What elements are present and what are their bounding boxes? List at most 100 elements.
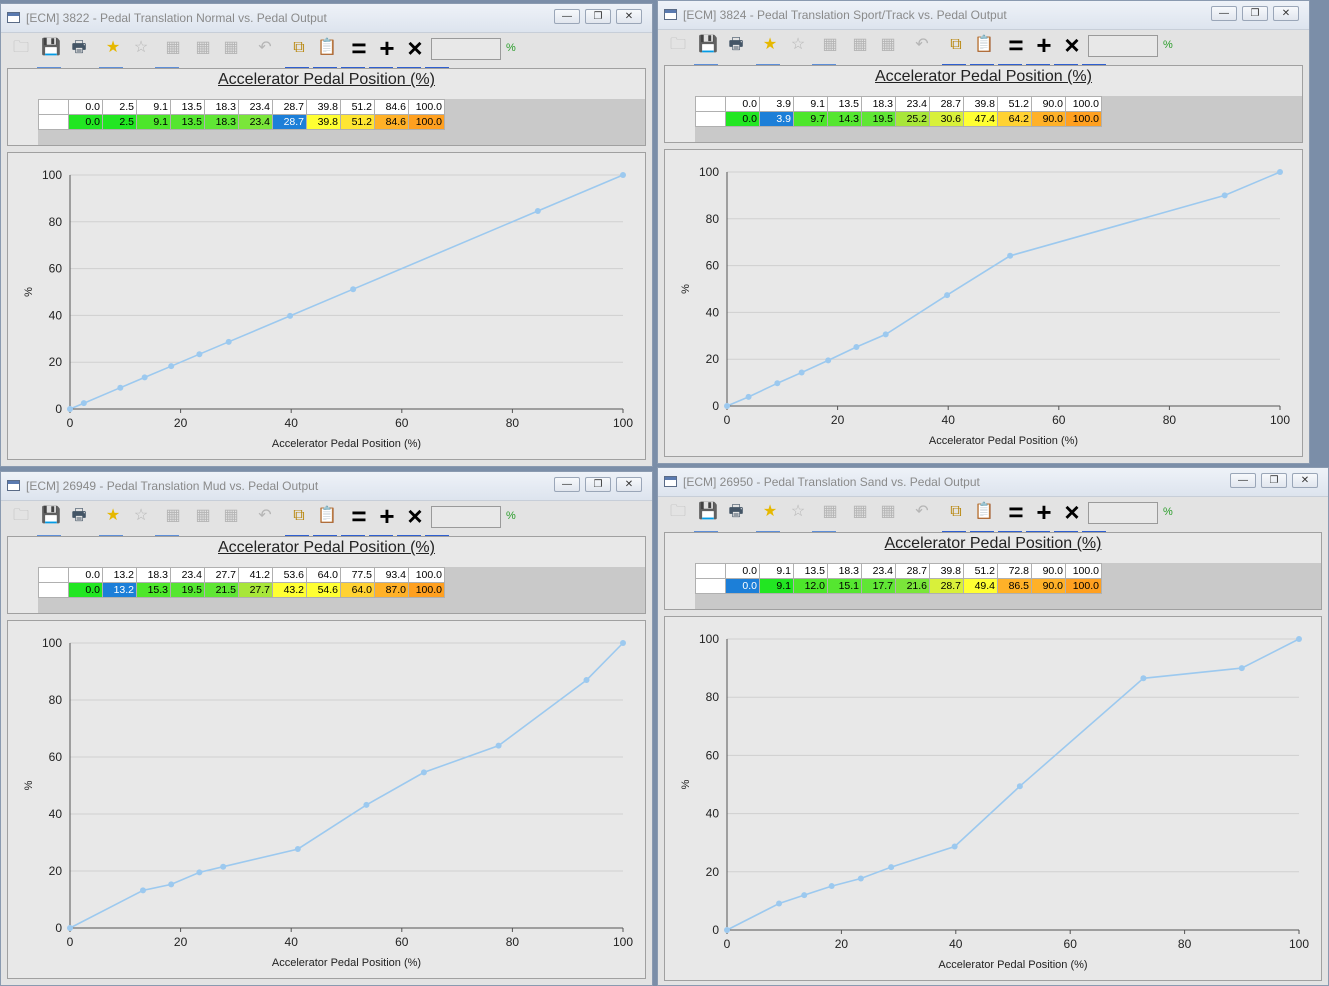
value-cell[interactable]: 17.7: [861, 578, 896, 594]
restore-button[interactable]: ❐: [585, 9, 611, 24]
paste-icon[interactable]: 📋: [315, 504, 339, 528]
x-axis-header-cell[interactable]: 28.7: [895, 563, 930, 579]
x-axis-header-cell[interactable]: 9.1: [136, 99, 171, 115]
save-icon[interactable]: 💾: [696, 33, 720, 57]
minimize-button[interactable]: —: [1230, 473, 1256, 488]
data-point[interactable]: [888, 864, 895, 871]
value-cell[interactable]: 100.0: [1065, 111, 1102, 127]
x-axis-header-cell[interactable]: 0.0: [725, 96, 760, 112]
data-point[interactable]: [67, 925, 73, 931]
x-axis-header-cell[interactable]: 3.9: [759, 96, 794, 112]
value-cell[interactable]: 27.7: [238, 582, 273, 598]
remove-favorite-icon[interactable]: ☆: [129, 36, 153, 60]
data-point[interactable]: [80, 400, 87, 407]
value-cell[interactable]: 28.7: [929, 578, 964, 594]
undo-icon[interactable]: ↶: [253, 504, 277, 528]
plus-icon[interactable]: +: [1032, 32, 1056, 58]
x-axis-header-cell[interactable]: 27.7: [204, 567, 239, 583]
folder-open-icon[interactable]: 🗀: [9, 504, 33, 528]
data-point[interactable]: [1007, 252, 1014, 259]
plus-icon[interactable]: +: [375, 503, 399, 529]
operation-value-input[interactable]: [431, 506, 501, 528]
value-cell[interactable]: 9.1: [136, 114, 171, 130]
x-axis-header-cell[interactable]: 64.0: [306, 567, 341, 583]
x-axis-header-cell[interactable]: 18.3: [136, 567, 171, 583]
print-icon[interactable]: 🖶: [724, 33, 748, 57]
x-axis-header-cell[interactable]: 28.7: [272, 99, 307, 115]
value-cell[interactable]: 12.0: [793, 578, 828, 594]
data-point[interactable]: [951, 843, 958, 850]
equals-icon[interactable]: =: [1004, 499, 1028, 525]
x-axis-header-cell[interactable]: 41.2: [238, 567, 273, 583]
x-axis-header-cell[interactable]: 23.4: [895, 96, 930, 112]
data-point[interactable]: [225, 338, 232, 345]
value-cell[interactable]: 15.3: [136, 582, 171, 598]
value-cell[interactable]: 15.1: [827, 578, 862, 594]
paste-icon[interactable]: 📋: [315, 36, 339, 60]
value-cell[interactable]: 54.6: [306, 582, 341, 598]
data-point[interactable]: [168, 363, 175, 370]
value-cell[interactable]: 14.3: [827, 111, 862, 127]
data-point[interactable]: [141, 374, 148, 381]
x-axis-header-cell[interactable]: 18.3: [861, 96, 896, 112]
value-cell[interactable]: 9.7: [793, 111, 828, 127]
equals-icon[interactable]: =: [347, 35, 371, 61]
x-axis-header-cell[interactable]: 53.6: [272, 567, 307, 583]
map-window-sport-track[interactable]: [ECM] 3824 - Pedal Translation Sport/Tra…: [657, 0, 1310, 464]
x-axis-header-cell[interactable]: 84.6: [374, 99, 409, 115]
x-axis-header-cell[interactable]: 23.4: [861, 563, 896, 579]
data-point[interactable]: [774, 380, 781, 387]
table-view-icon[interactable]: ▦: [818, 500, 842, 524]
value-cell[interactable]: 0.0: [68, 582, 103, 598]
value-cell[interactable]: 21.6: [895, 578, 930, 594]
folder-open-icon[interactable]: 🗀: [9, 36, 33, 60]
value-cell[interactable]: 39.8: [306, 114, 341, 130]
value-cell[interactable]: 64.0: [340, 582, 375, 598]
data-point[interactable]: [801, 892, 808, 899]
x-axis-header-cell[interactable]: 51.2: [340, 99, 375, 115]
value-cell[interactable]: 90.0: [1031, 111, 1066, 127]
data-point[interactable]: [798, 369, 805, 376]
value-cell[interactable]: 19.5: [861, 111, 896, 127]
x-axis-header-cell[interactable]: 39.8: [306, 99, 341, 115]
value-cell[interactable]: 0.0: [725, 111, 760, 127]
value-cell[interactable]: 47.4: [963, 111, 998, 127]
minimize-button[interactable]: —: [554, 9, 580, 24]
data-point[interactable]: [828, 883, 835, 890]
value-cell[interactable]: 19.5: [170, 582, 205, 598]
data-point[interactable]: [139, 887, 146, 894]
data-point[interactable]: [882, 331, 889, 338]
data-point[interactable]: [944, 292, 951, 299]
value-cell[interactable]: 0.0: [68, 114, 103, 130]
x-axis-header-cell[interactable]: 18.3: [827, 563, 862, 579]
table-view-2-icon[interactable]: ▦: [848, 33, 872, 57]
value-cell[interactable]: 100.0: [408, 114, 445, 130]
equals-icon[interactable]: =: [347, 503, 371, 529]
x-axis-header-cell[interactable]: 90.0: [1031, 563, 1066, 579]
multiply-icon[interactable]: ×: [1060, 499, 1084, 525]
x-axis-header-cell[interactable]: 72.8: [997, 563, 1032, 579]
table-view-3-icon[interactable]: ▦: [219, 36, 243, 60]
data-point[interactable]: [1238, 665, 1245, 672]
table-view-2-icon[interactable]: ▦: [848, 500, 872, 524]
title-bar[interactable]: [ECM] 26950 - Pedal Translation Sand vs.…: [658, 468, 1328, 497]
print-icon[interactable]: 🖶: [724, 500, 748, 524]
table-view-icon[interactable]: ▦: [161, 36, 185, 60]
data-point[interactable]: [620, 172, 626, 178]
data-point[interactable]: [363, 801, 370, 808]
value-cell-selected[interactable]: 13.2: [102, 582, 137, 598]
data-point[interactable]: [67, 406, 73, 412]
x-axis-header-cell[interactable]: 100.0: [1065, 96, 1102, 112]
data-point[interactable]: [1277, 169, 1283, 175]
x-axis-header-cell[interactable]: 28.7: [929, 96, 964, 112]
x-axis-header-cell[interactable]: 100.0: [408, 567, 445, 583]
print-icon[interactable]: 🖶: [67, 504, 91, 528]
value-cell[interactable]: 30.6: [929, 111, 964, 127]
x-axis-header-cell[interactable]: 100.0: [408, 99, 445, 115]
table-view-icon[interactable]: ▦: [818, 33, 842, 57]
data-point[interactable]: [1016, 783, 1023, 790]
data-point[interactable]: [220, 863, 227, 870]
x-axis-header-cell[interactable]: 13.2: [102, 567, 137, 583]
remove-favorite-icon[interactable]: ☆: [786, 500, 810, 524]
minimize-button[interactable]: —: [554, 477, 580, 492]
